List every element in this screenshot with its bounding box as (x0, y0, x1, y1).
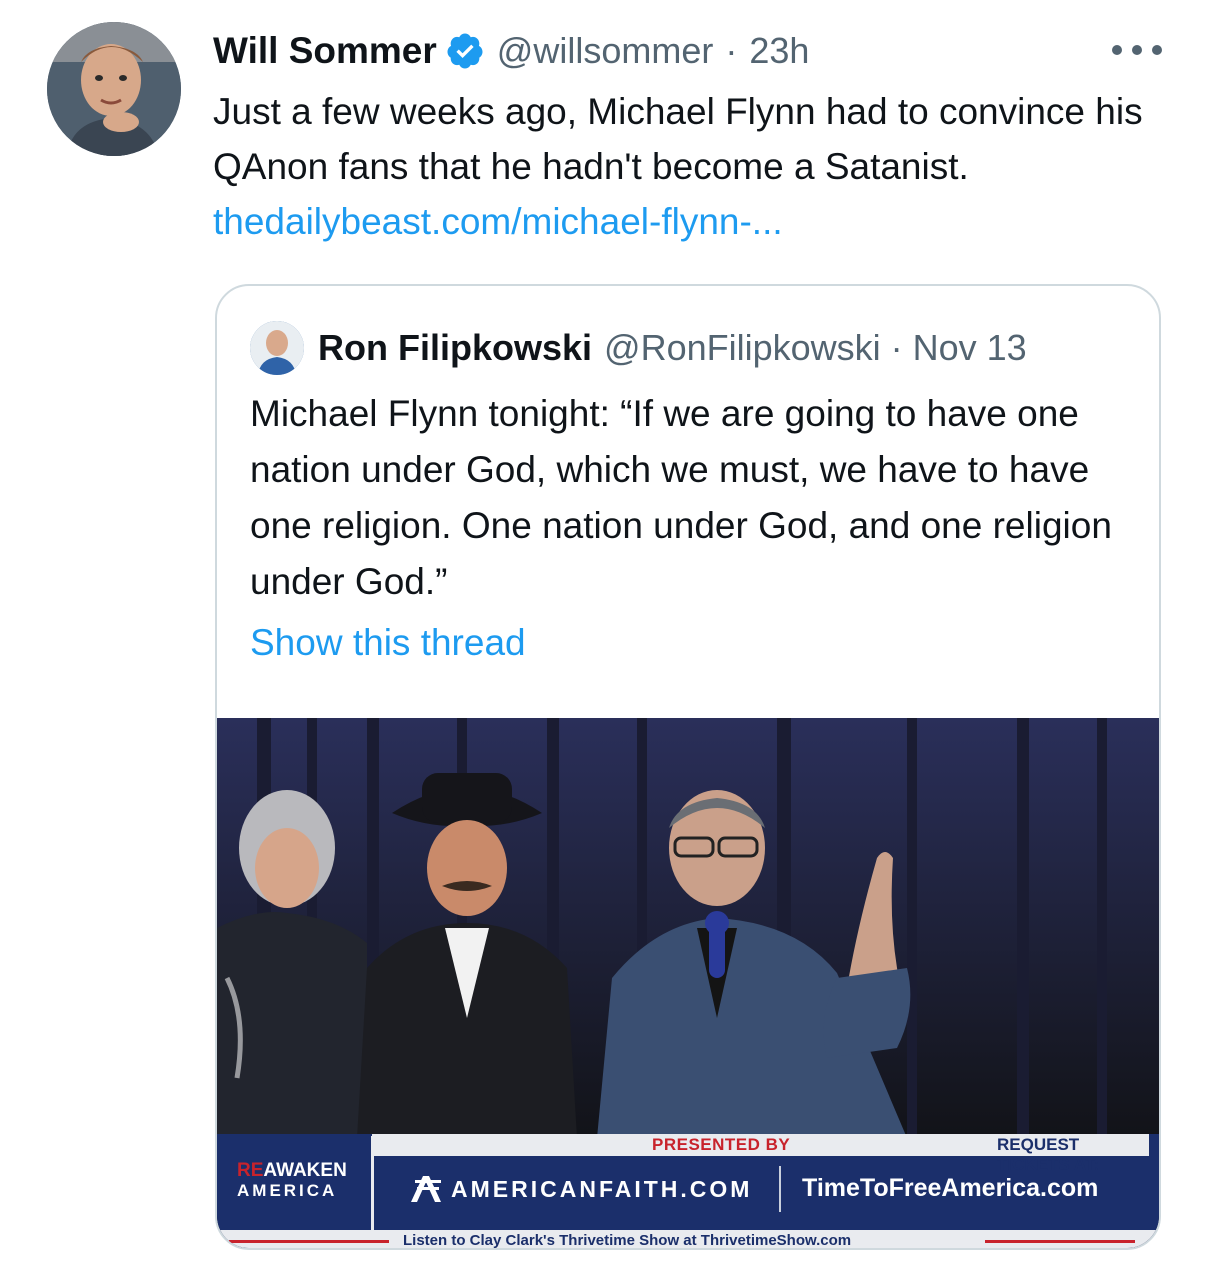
banner-top-strip: PRESENTED BY REQUEST TICKETS AT: (372, 1134, 1149, 1174)
quoted-header-separator: · (890, 327, 903, 368)
ticket-site-url: TimeToFreeAmerica.com (802, 1174, 1099, 1202)
listen-line: Listen to Clay Clark's Thrivetime Show a… (403, 1232, 852, 1249)
presented-by-label: PRESENTED BY (652, 1135, 791, 1154)
american-faith-logo-icon (411, 1176, 441, 1202)
verified-badge-icon (447, 33, 483, 69)
author-name[interactable]: Will Sommer (213, 30, 437, 72)
header-separator: · (725, 30, 738, 71)
reawaken-america-logo: REAWAKEN AMERICA (221, 1136, 374, 1230)
quoted-author-avatar-image (250, 321, 304, 375)
reawaken-word: REAWAKEN (237, 1160, 347, 1181)
more-dot (1132, 45, 1142, 55)
tweet-body: Just a few weeks ago, Michael Flynn had … (213, 91, 1143, 187)
banner-bottom-strip: Listen to Clay Clark's Thrivetime Show a… (217, 1230, 1159, 1249)
quoted-media-video[interactable]: PRESENTED BY REQUEST TICKETS AT: REAWAKE… (217, 718, 1159, 1249)
america-word: AMERICA (237, 1181, 338, 1200)
request-tickets-label: REQUEST TICKETS AT: (997, 1135, 1099, 1174)
author-avatar-image (47, 22, 181, 156)
quoted-author-handle[interactable]: @RonFilipkowski (604, 327, 881, 369)
more-options-icon[interactable] (1112, 38, 1162, 62)
tweet-header: Will Sommer @willsommer · 23h (213, 26, 809, 76)
author-avatar[interactable] (47, 22, 181, 156)
video-lower-third-banner: PRESENTED BY REQUEST TICKETS AT: REAWAKE… (217, 1134, 1159, 1249)
quoted-tweet-text: Michael Flynn tonight: “If we are going … (250, 393, 1112, 602)
tweet-text: Just a few weeks ago, Michael Flynn had … (213, 84, 1153, 249)
show-thread-link[interactable]: Show this thread (250, 622, 526, 664)
banner-divider (779, 1166, 781, 1212)
more-dot (1112, 45, 1122, 55)
quoted-author-avatar[interactable] (250, 321, 304, 375)
banner-red-line-right (985, 1240, 1135, 1243)
more-dot (1152, 45, 1162, 55)
tweet-timestamp[interactable]: 23h (749, 30, 809, 72)
quoted-timestamp[interactable]: Nov 13 (913, 327, 1027, 369)
american-faith-url: AMERICANFAITH.COM (451, 1176, 753, 1202)
quoted-author-name[interactable]: Ron Filipkowski (318, 327, 592, 369)
tweet-link[interactable]: thedailybeast.com/michael-flynn-... (213, 201, 783, 242)
quoted-tweet-header: Ron Filipkowski @RonFilipkowski · Nov 13 (250, 320, 1027, 376)
video-frame-scene (217, 718, 1159, 1138)
quoted-tweet[interactable]: Ron Filipkowski @RonFilipkowski · Nov 13… (215, 284, 1161, 1250)
author-handle[interactable]: @willsommer (497, 30, 714, 72)
banner-red-line-left (229, 1240, 389, 1243)
